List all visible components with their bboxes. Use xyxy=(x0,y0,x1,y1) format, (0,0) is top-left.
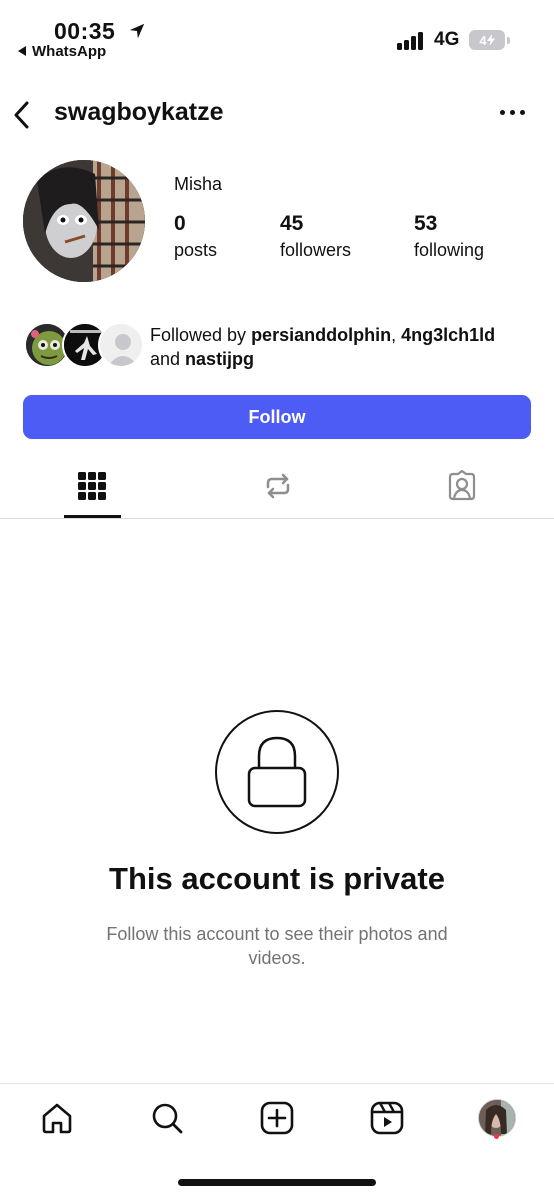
profile-display-name: Misha xyxy=(174,174,223,194)
location-arrow-icon xyxy=(129,23,145,39)
followed-by-prefix: Followed by xyxy=(150,325,252,345)
create-icon[interactable] xyxy=(259,1100,295,1136)
home-icon[interactable] xyxy=(39,1100,75,1136)
tab-tagged[interactable] xyxy=(432,462,492,518)
followed-by-and: and xyxy=(150,349,186,369)
notification-dot xyxy=(494,1134,499,1139)
profile-username: swagboykatze xyxy=(54,98,224,126)
back-triangle-icon xyxy=(18,46,26,56)
followed-by-text[interactable]: Followed by persianddolphin, 4ng3lch1ld a… xyxy=(150,323,540,371)
stat-following-label: following xyxy=(414,240,485,260)
battery-tip xyxy=(507,37,510,44)
avatar-image xyxy=(23,160,145,282)
stat-followers-label: followers xyxy=(280,240,352,260)
tab-grid[interactable] xyxy=(62,462,122,518)
profile-tabs xyxy=(0,462,554,519)
search-icon[interactable] xyxy=(149,1100,185,1136)
charging-bolt-icon xyxy=(486,34,495,46)
private-account-subtitle: Follow this account to see their photos … xyxy=(106,924,448,968)
stat-posts-label: posts xyxy=(174,240,218,260)
stat-posts-count: 0 xyxy=(174,212,186,235)
signal-icon xyxy=(397,32,425,50)
status-time: 00:35 xyxy=(54,18,116,44)
private-account-title: This account is private xyxy=(109,861,445,896)
reels-icon[interactable] xyxy=(369,1100,405,1136)
back-chevron-icon[interactable] xyxy=(12,100,32,130)
stat-following-count: 53 xyxy=(414,212,438,235)
mutual-user-1[interactable]: persianddolphin xyxy=(251,325,391,345)
profile-avatar-nav[interactable] xyxy=(478,1099,516,1137)
home-indicator xyxy=(178,1179,376,1186)
tab-reposts[interactable] xyxy=(248,462,308,518)
followed-by-separator: , xyxy=(391,325,402,345)
more-options-icon[interactable] xyxy=(500,110,528,118)
battery-level: 4 xyxy=(479,33,487,48)
mutual-user-3[interactable]: nastijpg xyxy=(185,349,254,369)
mutual-user-2[interactable]: 4ng3lch1ld xyxy=(401,325,495,345)
active-tab-indicator xyxy=(64,515,121,518)
stat-followers-count: 45 xyxy=(280,212,304,235)
status-bar: 00:35 WhatsApp 4G 4 xyxy=(0,0,554,70)
stat-posts: 0 posts xyxy=(174,212,217,261)
profile-header: swagboykatze xyxy=(0,92,554,136)
battery-icon: 4 xyxy=(469,30,505,50)
tagged-icon xyxy=(448,470,476,501)
private-lock-badge xyxy=(215,710,339,834)
mutual-avatar-3 xyxy=(98,322,144,368)
network-type: 4G xyxy=(434,29,460,50)
stat-following[interactable]: 53 following xyxy=(414,212,484,261)
back-app-label: WhatsApp xyxy=(32,43,107,60)
lock-icon xyxy=(247,736,306,807)
grid-icon xyxy=(78,472,106,500)
mutual-followers-avatars[interactable] xyxy=(24,322,144,372)
reposts-icon xyxy=(266,473,290,499)
back-to-app-link[interactable]: WhatsApp xyxy=(18,43,106,60)
follow-button[interactable]: Follow xyxy=(23,395,531,439)
profile-avatar[interactable] xyxy=(23,160,145,282)
stat-followers[interactable]: 45 followers xyxy=(280,212,351,261)
